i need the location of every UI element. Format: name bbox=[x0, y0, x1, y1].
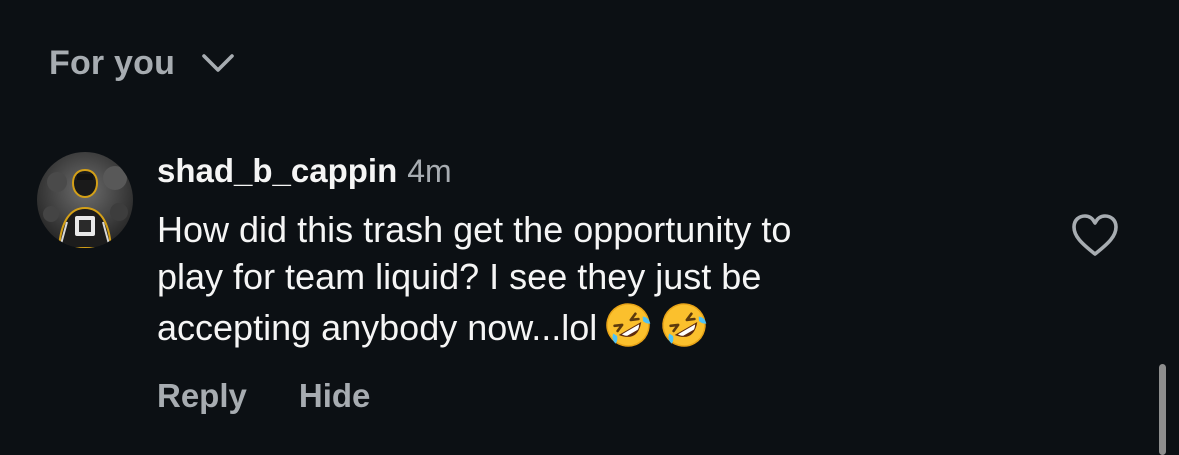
sort-label: For you bbox=[49, 43, 176, 82]
avatar[interactable] bbox=[37, 152, 133, 248]
sort-selector[interactable]: For you bbox=[49, 40, 235, 86]
comment-line: play for team liquid? I see they just be bbox=[157, 256, 762, 297]
comment-actions: Reply Hide bbox=[157, 374, 370, 418]
comment-text: How did this trash get the opportunity t… bbox=[157, 206, 1017, 351]
rofl-emoji-icon bbox=[603, 300, 653, 350]
comment-meta: shad_b_cappin 4m bbox=[157, 152, 1037, 196]
like-button[interactable] bbox=[1070, 212, 1120, 258]
comment-line: accepting anybody now...lol bbox=[157, 307, 598, 348]
heart-outline-icon bbox=[1072, 214, 1118, 256]
scrollbar[interactable] bbox=[1159, 364, 1166, 455]
comment: shad_b_cappin 4m How did this trash get … bbox=[157, 152, 1037, 351]
username[interactable]: shad_b_cappin bbox=[157, 152, 397, 190]
chevron-down-icon bbox=[202, 54, 234, 72]
timestamp: 4m bbox=[407, 153, 452, 189]
hide-button[interactable]: Hide bbox=[299, 377, 371, 415]
reply-button[interactable]: Reply bbox=[157, 377, 247, 415]
rofl-emoji-icon bbox=[659, 300, 709, 350]
user-avatar-icon bbox=[37, 152, 133, 248]
comment-line: How did this trash get the opportunity t… bbox=[157, 209, 792, 250]
